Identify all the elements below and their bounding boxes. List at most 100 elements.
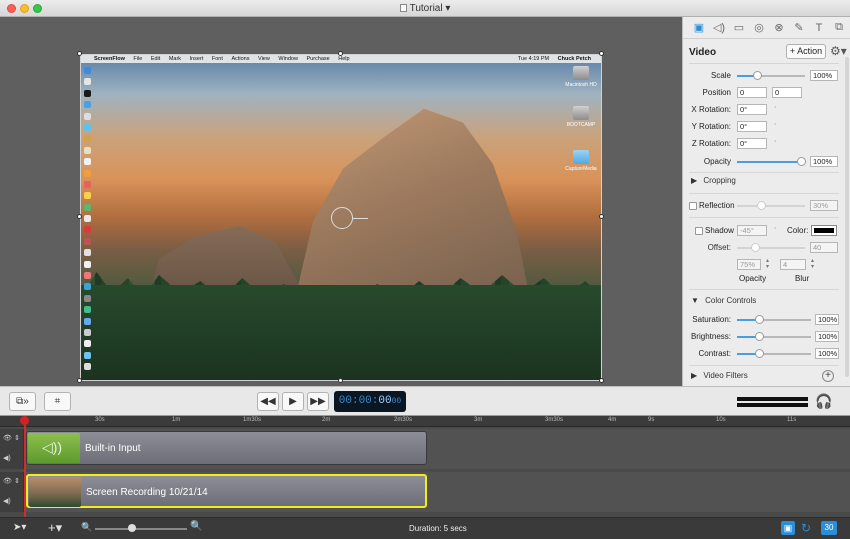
divider bbox=[689, 172, 839, 173]
callout-icon[interactable]: ◎ bbox=[749, 21, 769, 34]
saturation-slider[interactable] bbox=[737, 315, 811, 324]
fast-forward-icon: ▶▶ bbox=[310, 396, 326, 407]
preview-canvas[interactable]: ScreenFlow File Edit Mark Insert Font Ac… bbox=[0, 17, 682, 386]
zoom-in-icon[interactable]: 🔍 bbox=[190, 521, 202, 532]
shadow-color-well[interactable] bbox=[811, 225, 837, 236]
shadow-angle-field[interactable]: -45° bbox=[737, 225, 767, 236]
headphones-icon[interactable]: 🎧 bbox=[815, 393, 832, 410]
shadow-checkbox[interactable] bbox=[695, 227, 703, 235]
video-filters-disclosure[interactable]: ▶ Video Filters bbox=[691, 371, 748, 380]
scale-slider[interactable] bbox=[737, 71, 805, 80]
speaker-icon: ◁)) bbox=[28, 433, 80, 463]
gear-icon[interactable]: ⚙▾ bbox=[830, 44, 847, 58]
audio-track-lane[interactable]: ◁)) Built-in Input bbox=[24, 429, 850, 469]
speaker-icon[interactable]: ◀) bbox=[3, 454, 11, 462]
position-label: Position bbox=[702, 88, 731, 97]
eye-icon[interactable]: 👁 bbox=[3, 434, 12, 442]
contrast-slider[interactable] bbox=[737, 349, 811, 358]
media-library-icon[interactable]: ⧉ bbox=[829, 21, 849, 34]
color-label: Color: bbox=[787, 226, 809, 235]
color-controls-disclosure[interactable]: ▼ Color Controls bbox=[691, 296, 756, 305]
offset-slider[interactable] bbox=[737, 243, 805, 252]
cropping-disclosure[interactable]: ▶ Cropping bbox=[691, 176, 736, 185]
add-filter-button[interactable]: + bbox=[822, 370, 834, 382]
reflection-slider[interactable] bbox=[737, 201, 805, 210]
video-frame[interactable]: ScreenFlow File Edit Mark Insert Font Ac… bbox=[80, 54, 602, 381]
zoom-out-icon[interactable]: 🔍 bbox=[81, 522, 92, 533]
rotation-handle[interactable] bbox=[331, 207, 353, 229]
fast-forward-button[interactable]: ▶▶ bbox=[307, 392, 329, 411]
shadow-opacity-field[interactable]: 75% bbox=[737, 259, 761, 270]
desktop-icon-macintosh-hd: Macintosh HD bbox=[561, 66, 601, 88]
resize-handle-left[interactable] bbox=[77, 214, 82, 219]
shadow-blur-field[interactable]: 4 bbox=[780, 259, 806, 270]
window-title[interactable]: Tutorial bbox=[410, 3, 443, 14]
video-clip-label: Screen Recording 10/21/14 bbox=[86, 487, 208, 498]
loop-icon[interactable]: ↻ bbox=[801, 521, 811, 535]
y-rotation-dial[interactable]: ◦ bbox=[771, 122, 780, 134]
eye-icon[interactable]: 👁 bbox=[3, 477, 12, 485]
play-button[interactable]: ▶ bbox=[282, 392, 304, 411]
brightness-slider[interactable] bbox=[737, 332, 811, 341]
text-icon[interactable]: T bbox=[809, 22, 829, 34]
resize-handle-tr[interactable] bbox=[599, 51, 604, 56]
offset-field[interactable]: 40 bbox=[810, 242, 838, 253]
inspector-scrollbar[interactable] bbox=[845, 57, 849, 377]
reflection-field[interactable]: 30% bbox=[810, 200, 838, 211]
shadow-opacity-stepper[interactable]: ▴ ▾ bbox=[763, 258, 772, 270]
resize-handle-bottom[interactable] bbox=[338, 378, 343, 383]
snap-icon[interactable]: ▣ bbox=[781, 521, 795, 535]
video-clip-selected[interactable]: Screen Recording 10/21/14 bbox=[26, 474, 427, 508]
video-track-lane[interactable]: Screen Recording 10/21/14 bbox=[24, 472, 850, 512]
track-arrows-icon[interactable]: ⇕ bbox=[14, 434, 20, 442]
playhead-handle[interactable] bbox=[20, 416, 29, 425]
playhead[interactable] bbox=[24, 416, 26, 518]
reflection-checkbox[interactable] bbox=[689, 202, 697, 210]
divider bbox=[689, 193, 839, 194]
audio-properties-icon[interactable]: ◁) bbox=[709, 21, 729, 34]
y-rotation-field[interactable]: 0° bbox=[737, 121, 767, 132]
x-rotation-dial[interactable]: ◦ bbox=[771, 105, 780, 117]
audio-clip[interactable]: ◁)) Built-in Input bbox=[26, 431, 427, 465]
fps-badge[interactable]: 30 bbox=[821, 521, 837, 535]
scale-field[interactable]: 100% bbox=[810, 70, 838, 81]
screen-recording-icon[interactable]: ▭ bbox=[729, 21, 749, 34]
crop-button[interactable]: ⌗ bbox=[44, 392, 71, 411]
resize-handle-bl[interactable] bbox=[77, 378, 82, 383]
resize-handle-br[interactable] bbox=[599, 378, 604, 383]
track-controls-video: 👁 ⇕ ◀) bbox=[0, 472, 24, 512]
brightness-field[interactable]: 100% bbox=[815, 331, 839, 342]
position-y-field[interactable]: 0 bbox=[772, 87, 802, 98]
resize-handle-right[interactable] bbox=[599, 214, 604, 219]
pointer-tool-icon[interactable]: ➤▾ bbox=[13, 522, 26, 533]
detach-canvas-button[interactable]: ⧉» bbox=[9, 392, 36, 411]
add-action-button[interactable]: + Action bbox=[786, 44, 826, 59]
track-arrows-icon[interactable]: ⇕ bbox=[14, 477, 20, 485]
touch-callout-icon[interactable]: ⊗ bbox=[769, 21, 789, 34]
resize-handle-tl[interactable] bbox=[77, 51, 82, 56]
close-window-button[interactable] bbox=[7, 4, 16, 13]
z-rotation-dial[interactable]: ◦ bbox=[771, 139, 780, 151]
minimize-window-button[interactable] bbox=[20, 4, 29, 13]
speaker-icon[interactable]: ◀) bbox=[3, 497, 11, 505]
opacity-field[interactable]: 100% bbox=[810, 156, 838, 167]
rewind-button[interactable]: ◀◀ bbox=[257, 392, 279, 411]
x-rotation-field[interactable]: 0° bbox=[737, 104, 767, 115]
timeline-ruler[interactable]: 30s 1m 1m30s 2m 2m30s 3m 3m30s 4m 9s 10s… bbox=[0, 416, 850, 427]
zoom-window-button[interactable] bbox=[33, 4, 42, 13]
resize-handle-top[interactable] bbox=[338, 51, 343, 56]
position-x-field[interactable]: 0 bbox=[737, 87, 767, 98]
shadow-angle-dial[interactable]: ◦ bbox=[771, 226, 780, 238]
timeline-zoom-slider[interactable] bbox=[95, 524, 187, 532]
shadow-blur-stepper[interactable]: ▴ ▾ bbox=[808, 258, 817, 270]
duration-label: Duration: 5 secs bbox=[409, 524, 467, 533]
annotations-icon[interactable]: ✎ bbox=[789, 21, 809, 34]
video-properties-icon[interactable]: ▣ bbox=[689, 21, 709, 34]
z-rotation-field[interactable]: 0° bbox=[737, 138, 767, 149]
ruler-tick: 2m30s bbox=[394, 417, 413, 423]
divider bbox=[689, 63, 839, 64]
saturation-field[interactable]: 100% bbox=[815, 314, 839, 325]
opacity-slider[interactable] bbox=[737, 157, 806, 166]
add-media-icon[interactable]: +▾ bbox=[48, 520, 62, 536]
contrast-field[interactable]: 100% bbox=[815, 348, 839, 359]
